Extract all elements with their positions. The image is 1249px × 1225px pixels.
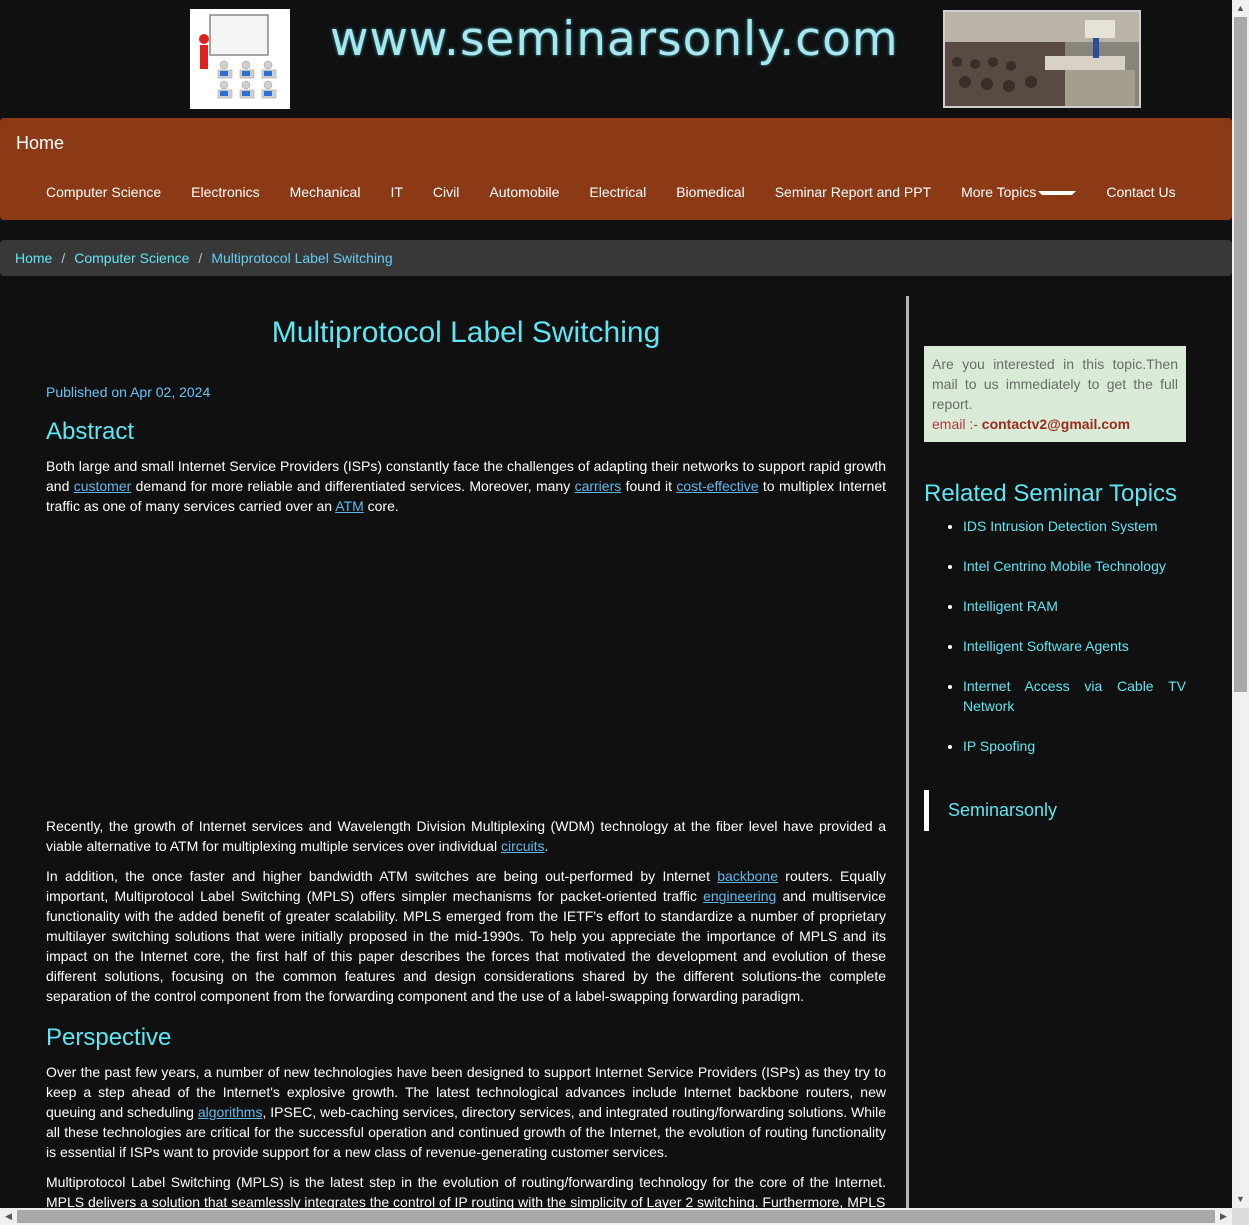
link-carriers[interactable]: carriers [575, 478, 622, 494]
abstract-heading: Abstract [46, 418, 135, 445]
related-topics-heading: Related Seminar Topics [924, 480, 1178, 507]
related-topics-list: IDS Intrusion Detection System Intel Cen… [924, 516, 1186, 756]
scroll-left-arrow-icon[interactable]: ◀ [0, 1208, 17, 1225]
contact-box: Are you interested in this topic.Then ma… [924, 346, 1186, 442]
caret-down-icon [1038, 191, 1077, 196]
published-date: Published on Apr 02, 2024 [46, 384, 211, 400]
scroll-down-arrow-icon[interactable]: ▼ [1232, 1191, 1249, 1208]
related-topic-link[interactable]: Intelligent Software Agents [963, 638, 1129, 654]
related-topic-link[interactable]: Intel Centrino Mobile Technology [963, 558, 1166, 574]
nav-it[interactable]: IT [375, 184, 417, 200]
site-logo-image[interactable] [190, 9, 290, 109]
email-label: email :- [932, 416, 982, 432]
link-engineering[interactable]: engineering [703, 888, 776, 904]
article-title: Multiprotocol Label Switching [271, 316, 661, 349]
link-cost-effective[interactable]: cost-effective [676, 478, 758, 494]
nav-computer-science[interactable]: Computer Science [31, 184, 176, 200]
paragraph-mpls-evolution: Multiprotocol Label Switching (MPLS) is … [46, 1174, 886, 1208]
perspective-heading: Perspective [46, 1024, 172, 1051]
breadcrumb-current: Multiprotocol Label Switching [211, 250, 393, 266]
list-item: Internet Access via Cable TV Network [963, 676, 1186, 716]
nav-electrical[interactable]: Electrical [574, 184, 661, 200]
site-title[interactable]: www.seminarsonly.com [330, 12, 899, 67]
classroom-photo [943, 10, 1141, 108]
nav-seminar-report-ppt[interactable]: Seminar Report and PPT [760, 184, 946, 200]
contact-email[interactable]: contactv2@gmail.com [982, 416, 1130, 432]
scroll-up-arrow-icon[interactable]: ▲ [1232, 0, 1249, 17]
related-topic-link[interactable]: Internet Access via Cable TV Network [963, 678, 1186, 714]
related-topic-link[interactable]: IDS Intrusion Detection System [963, 518, 1158, 534]
link-atm[interactable]: ATM [335, 498, 364, 514]
nav-more-topics-label: More Topics [961, 184, 1037, 200]
related-topic-link[interactable]: IP Spoofing [963, 738, 1035, 754]
breadcrumb: Home / Computer Science / Multiprotocol … [0, 240, 1232, 276]
nav-links: Computer Science Electronics Mechanical … [31, 184, 1191, 200]
ad-placeholder [46, 516, 886, 816]
scrollbar-corner [1232, 1208, 1249, 1225]
contact-text: Are you interested in this topic.Then ma… [932, 356, 1178, 412]
scroll-right-arrow-icon[interactable]: ▶ [1215, 1208, 1232, 1225]
sidebar-brand-seminarsonly[interactable]: Seminarsonly [924, 790, 1186, 831]
text-span: In addition, the once faster and higher … [46, 868, 718, 884]
text-span: core. [363, 498, 399, 514]
site-banner: www.seminarsonly.com [0, 0, 1232, 118]
horizontal-scroll-thumb[interactable] [17, 1210, 1215, 1223]
nav-mechanical[interactable]: Mechanical [275, 184, 376, 200]
link-customer[interactable]: customer [74, 478, 132, 494]
list-item: Intel Centrino Mobile Technology [963, 556, 1186, 576]
nav-more-topics-dropdown[interactable]: More Topics [946, 184, 1091, 200]
nav-electronics[interactable]: Electronics [176, 184, 274, 200]
related-topic-link[interactable]: Intelligent RAM [963, 598, 1058, 614]
column-divider [906, 296, 909, 1208]
link-circuits[interactable]: circuits [501, 838, 545, 854]
paragraph-mpls-intro: In addition, the once faster and higher … [46, 866, 886, 1006]
breadcrumb-category[interactable]: Computer Science [74, 250, 189, 266]
article-content: Multiprotocol Label Switching Published … [46, 296, 886, 1208]
paragraph-wdm: Recently, the growth of Internet service… [46, 816, 886, 856]
horizontal-scrollbar[interactable]: ◀ ▶ [0, 1208, 1232, 1225]
text-span: Recently, the growth of Internet service… [46, 818, 886, 854]
text-span: found it [621, 478, 677, 494]
nav-automobile[interactable]: Automobile [474, 184, 574, 200]
text-span: . [544, 838, 549, 854]
nav-biomedical[interactable]: Biomedical [661, 184, 759, 200]
breadcrumb-separator: / [61, 250, 66, 266]
link-backbone[interactable]: backbone [717, 868, 778, 884]
navbar-brand-home[interactable]: Home [16, 133, 64, 154]
breadcrumb-home[interactable]: Home [15, 250, 52, 266]
link-algorithms[interactable]: algorithms [198, 1104, 263, 1120]
vertical-scrollbar[interactable]: ▲ ▼ [1232, 0, 1249, 1208]
main-navbar: Home Computer Science Electronics Mechan… [0, 118, 1232, 220]
nav-contact-us[interactable]: Contact Us [1091, 184, 1190, 200]
sidebar: Are you interested in this topic.Then ma… [924, 296, 1186, 831]
list-item: IP Spoofing [963, 736, 1186, 756]
list-item: IDS Intrusion Detection System [963, 516, 1186, 536]
list-item: Intelligent RAM [963, 596, 1186, 616]
breadcrumb-separator: / [198, 250, 203, 266]
vertical-scroll-thumb[interactable] [1234, 17, 1247, 692]
page: www.seminarsonly.com Home Computer Scien… [0, 0, 1232, 1208]
text-span: and multiservice functionality with the … [46, 888, 886, 1004]
list-item: Intelligent Software Agents [963, 636, 1186, 656]
nav-civil[interactable]: Civil [418, 184, 474, 200]
text-span: demand for more reliable and differentia… [131, 478, 575, 494]
paragraph-perspective: Over the past few years, a number of new… [46, 1062, 886, 1162]
abstract-paragraph: Both large and small Internet Service Pr… [46, 456, 886, 516]
